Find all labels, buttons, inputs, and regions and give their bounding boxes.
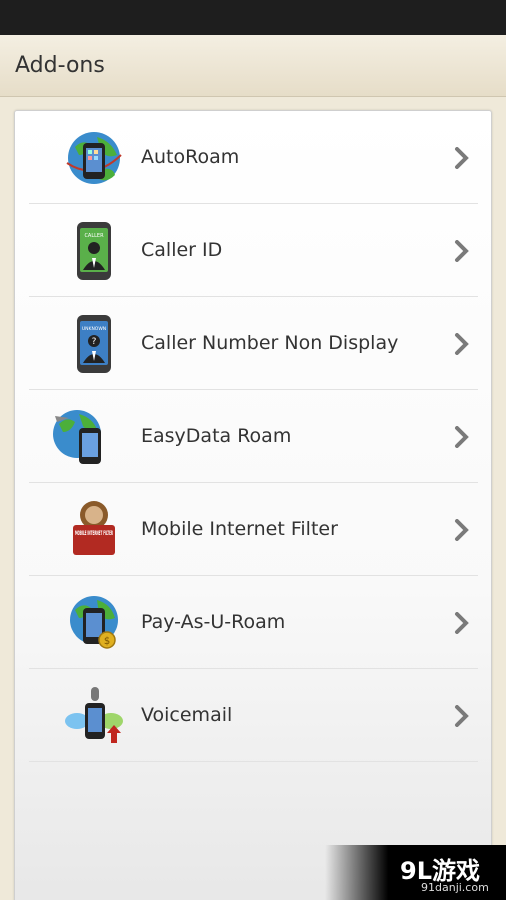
caller-screen-text: CALLER bbox=[84, 233, 104, 239]
globe-coin-phone-icon: $ bbox=[61, 590, 127, 656]
list-item-autoroam[interactable]: AutoRoam bbox=[29, 111, 478, 204]
list-item-label: Mobile Internet Filter bbox=[141, 518, 338, 540]
chevron-right-icon bbox=[454, 333, 470, 355]
status-bar bbox=[0, 0, 506, 35]
watermark-site: 91danji.com bbox=[421, 881, 489, 894]
list-item-label: Caller ID bbox=[141, 239, 223, 261]
list-item-label: AutoRoam bbox=[141, 146, 240, 168]
chevron-right-icon bbox=[454, 705, 470, 727]
list-item-caller-number-non-display[interactable]: UNKNOWN ? Caller Number Non Display bbox=[29, 297, 478, 390]
internet-filter-badge-icon: MOBILE INTERNET FILTER bbox=[61, 497, 127, 563]
list-item-pay-as-u-roam[interactable]: $ Pay-As-U-Roam bbox=[29, 576, 478, 669]
chevron-right-icon bbox=[454, 612, 470, 634]
chevron-right-icon bbox=[454, 519, 470, 541]
globe-plane-phone-icon bbox=[49, 404, 129, 470]
globe-phone-icon bbox=[61, 125, 127, 191]
chevron-right-icon bbox=[454, 426, 470, 448]
svg-text:$: $ bbox=[104, 636, 110, 647]
filter-badge-text: MOBILE INTERNET FILTER bbox=[75, 530, 113, 537]
list-item-easydata-roam[interactable]: EasyData Roam bbox=[29, 390, 478, 483]
list-item-label: Pay-As-U-Roam bbox=[141, 611, 286, 633]
watermark: 9L游戏 91danji.com bbox=[325, 845, 506, 900]
svg-text:?: ? bbox=[92, 337, 97, 347]
action-bar: Add-ons bbox=[0, 35, 506, 97]
caller-id-phone-icon: CALLER bbox=[61, 218, 127, 284]
addons-list: AutoRoam CALLER Caller ID UNKNOWN ? Call… bbox=[14, 110, 492, 900]
list-item-voicemail[interactable]: Voicemail bbox=[29, 669, 478, 762]
list-item-mobile-internet-filter[interactable]: MOBILE INTERNET FILTER Mobile Internet F… bbox=[29, 483, 478, 576]
list-item-label: EasyData Roam bbox=[141, 425, 292, 447]
chevron-right-icon bbox=[454, 240, 470, 262]
unknown-caller-phone-icon: UNKNOWN ? bbox=[61, 311, 127, 377]
voicemail-phone-icon bbox=[61, 683, 127, 749]
list-item-caller-id[interactable]: CALLER Caller ID bbox=[29, 204, 478, 297]
unknown-screen-text: UNKNOWN bbox=[82, 326, 106, 332]
list-item-label: Caller Number Non Display bbox=[141, 332, 399, 354]
page-title: Add-ons bbox=[15, 53, 105, 78]
chevron-right-icon bbox=[454, 147, 470, 169]
list-item-label: Voicemail bbox=[141, 704, 233, 726]
